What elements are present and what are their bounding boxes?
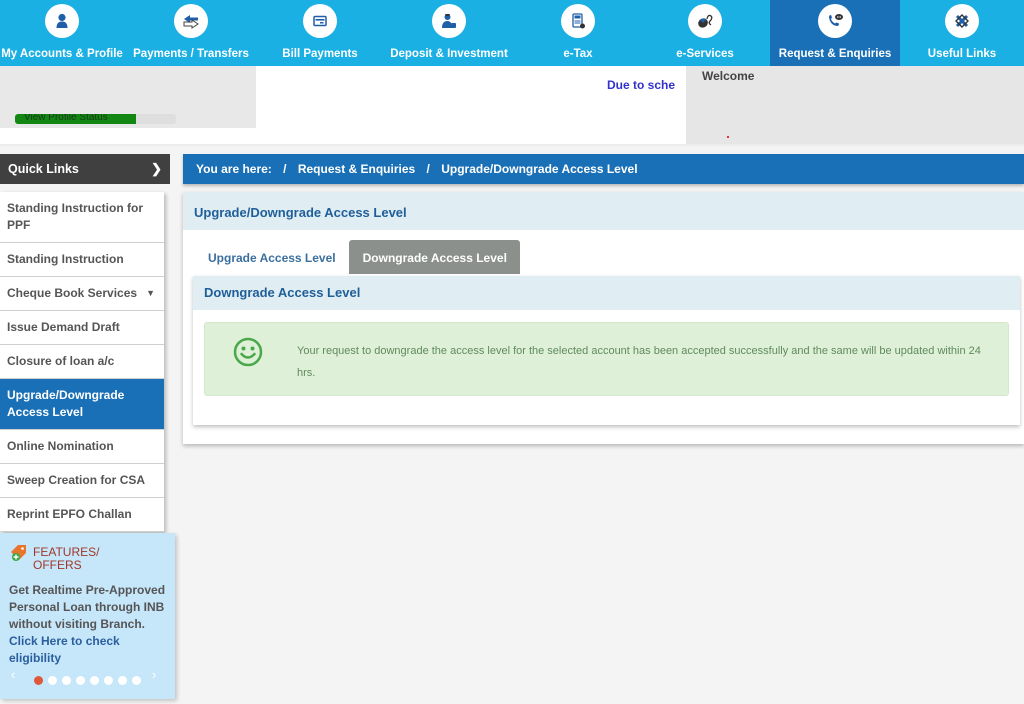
offer-tag-icon [11, 545, 26, 561]
nav-label: Payments / Transfers [133, 48, 249, 60]
panel-title: Downgrade Access Level [193, 276, 1020, 310]
features-offers-panel: FEATURES/ OFFERS Get Realtime Pre-Approv… [0, 533, 175, 699]
sidebar-item-sweep-creation-csa[interactable]: Sweep Creation for CSA [0, 464, 164, 498]
main-card: Upgrade/Downgrade Access Level Upgrade A… [183, 192, 1024, 444]
carousel-dots [34, 676, 141, 685]
carousel-dot[interactable] [48, 676, 57, 685]
breadcrumb: You are here: / Request & Enquiries / Up… [183, 154, 1024, 184]
nav-label: Request & Enquiries [778, 48, 892, 60]
welcome-marker [727, 136, 729, 138]
chevron-right-icon: ❯ [151, 161, 162, 176]
carousel-dot[interactable] [34, 676, 43, 685]
welcome-text: Welcome [702, 69, 755, 83]
tab-downgrade-access-level[interactable]: Downgrade Access Level [348, 240, 520, 274]
top-navigation: My Accounts & Profile Payments / Transfe… [0, 0, 1024, 66]
sidebar-item-cheque-book-services[interactable]: Cheque Book Services ▼ [0, 277, 164, 311]
breadcrumb-prefix: You are here: [196, 162, 272, 176]
nav-e-services[interactable]: e-Services [640, 0, 770, 66]
breadcrumb-current: Upgrade/Downgrade Access Level [441, 162, 638, 176]
success-message: Your request to downgrade the access lev… [297, 345, 981, 379]
nav-label: e-Services [676, 48, 734, 60]
nav-deposit-investment[interactable]: Deposit & Investment [382, 0, 516, 66]
welcome-box: Welcome [686, 66, 1024, 144]
carousel-next-button[interactable]: › [152, 667, 156, 682]
profile-status-bar[interactable]: View Profile Status [15, 114, 176, 124]
sidebar-item-label: Standing Instruction for PPF [7, 201, 143, 232]
tabs: Upgrade Access Level Downgrade Access Le… [194, 240, 520, 274]
breadcrumb-request-enquiries[interactable]: Request & Enquiries [298, 162, 415, 176]
sidebar-item-label: Cheque Book Services [7, 286, 138, 300]
sidebar-item-online-nomination[interactable]: Online Nomination [0, 430, 164, 464]
nav-label: Bill Payments [282, 48, 358, 60]
offers-title: FEATURES/ OFFERS [33, 546, 123, 572]
nav-label: My Accounts & Profile [1, 48, 123, 60]
sidebar-item-label: Standing Instruction [7, 252, 124, 266]
tab-upgrade-access-level[interactable]: Upgrade Access Level [194, 240, 349, 274]
nav-payments-transfers[interactable]: Payments / Transfers [124, 0, 258, 66]
carousel-dot[interactable] [62, 676, 71, 685]
breadcrumb-separator: / [283, 162, 287, 176]
sidebar-item-label: Upgrade/Downgrade Access Level [7, 388, 125, 419]
carousel-dot[interactable] [132, 676, 141, 685]
user-icon [45, 4, 79, 38]
quick-links-header[interactable]: Quick Links ❯ [0, 154, 170, 184]
sidebar-menu: Standing Instruction for PPF Standing In… [0, 192, 164, 532]
smiley-icon [233, 337, 263, 367]
nav-e-tax[interactable]: e-Tax [516, 0, 640, 66]
sidebar-item-upgrade-downgrade-access[interactable]: Upgrade/Downgrade Access Level [0, 379, 164, 430]
downgrade-panel: Downgrade Access Level Your request to d… [193, 276, 1020, 425]
header-divider [0, 144, 1024, 146]
bill-icon [303, 4, 337, 38]
profile-status-label[interactable]: View Profile Status [24, 114, 108, 123]
nav-label: Useful Links [927, 48, 997, 60]
sidebar-item-label: Issue Demand Draft [7, 320, 120, 334]
nav-request-enquiries[interactable]: Request & Enquiries [770, 0, 900, 66]
sidebar-item-label: Reprint EPFO Challan [7, 507, 132, 521]
mouse-icon [688, 4, 722, 38]
carousel-dot[interactable] [76, 676, 85, 685]
sidebar-item-reprint-epfo-challan[interactable]: Reprint EPFO Challan [0, 498, 164, 532]
investment-icon [432, 4, 466, 38]
nav-bill-payments[interactable]: Bill Payments [258, 0, 382, 66]
nav-useful-links[interactable]: Useful Links [900, 0, 1024, 66]
profile-box: View Profile Status [0, 66, 256, 128]
carousel-dot[interactable] [104, 676, 113, 685]
page-title: Upgrade/Downgrade Access Level [183, 192, 1024, 230]
transfer-icon [174, 4, 208, 38]
offers-text: Get Realtime Pre-Approved Personal Loan … [9, 582, 169, 667]
nav-my-accounts-profile[interactable]: My Accounts & Profile [0, 0, 124, 66]
quick-links-label: Quick Links [8, 162, 79, 176]
sidebar-item-label: Online Nomination [7, 439, 114, 453]
success-alert: Your request to downgrade the access lev… [204, 322, 1009, 396]
sidebar-item-label: Closure of loan a/c [7, 354, 115, 368]
sidebar-item-label: Sweep Creation for CSA [7, 473, 146, 487]
tax-document-icon [561, 4, 595, 38]
sidebar-item-standing-instruction[interactable]: Standing Instruction [0, 243, 164, 277]
caret-down-icon: ▼ [146, 288, 155, 298]
links-icon [945, 4, 979, 38]
announcement-marquee: Due to sche [607, 78, 676, 92]
carousel-dot[interactable] [90, 676, 99, 685]
offers-eligibility-link[interactable]: Click Here to check eligibility [9, 634, 120, 665]
breadcrumb-separator: / [426, 162, 430, 176]
sidebar-item-standing-instruction-ppf[interactable]: Standing Instruction for PPF [0, 192, 164, 243]
carousel-dot[interactable] [118, 676, 127, 685]
offers-description: Get Realtime Pre-Approved Personal Loan … [9, 583, 166, 631]
offers-title-line: OFFERS [33, 558, 82, 572]
sidebar-item-issue-demand-draft[interactable]: Issue Demand Draft [0, 311, 164, 345]
header-band: View Profile Status Due to sche Welcome [0, 66, 1024, 146]
sidebar-item-closure-of-loan[interactable]: Closure of loan a/c [0, 345, 164, 379]
phone-chat-icon [818, 4, 852, 38]
nav-label: e-Tax [563, 48, 593, 60]
nav-label: Deposit & Investment [390, 48, 508, 60]
carousel-prev-button[interactable]: ‹ [11, 667, 15, 682]
